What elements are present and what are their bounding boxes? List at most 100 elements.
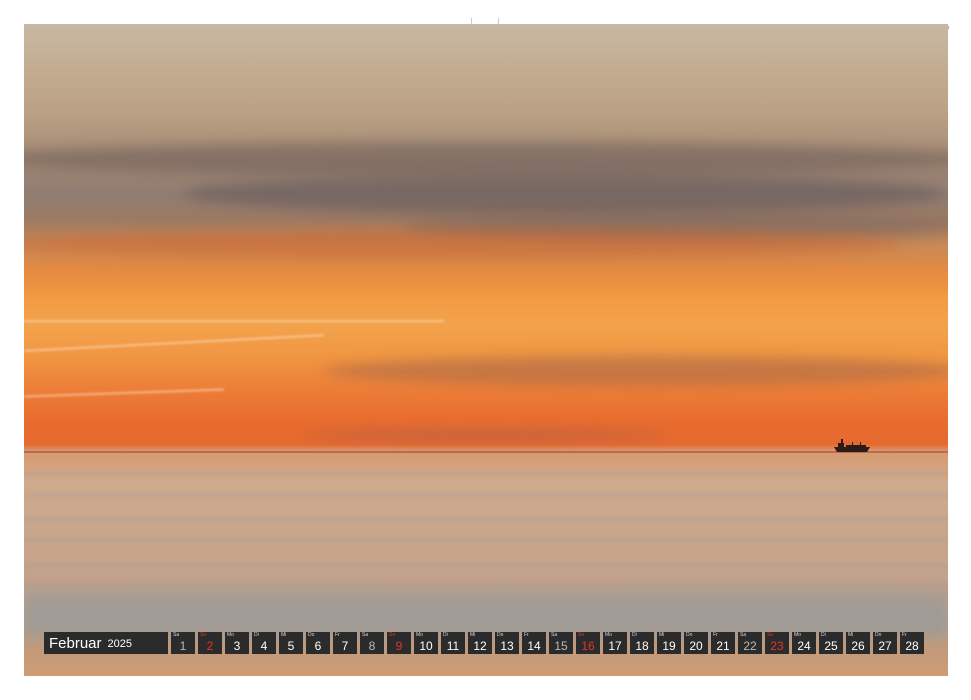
day-cell: Mi 19 <box>657 632 681 654</box>
day-cell: Di 11 <box>441 632 465 654</box>
day-number: 16 <box>581 639 595 653</box>
day-number: 22 <box>743 639 757 653</box>
day-cell: Mi 5 <box>279 632 303 654</box>
day-cell: Mi 12 <box>468 632 492 654</box>
month-label-box: Februar 2025 <box>44 632 168 654</box>
day-number: 26 <box>851 639 865 653</box>
day-number: 21 <box>716 639 730 653</box>
weekday-label: Fr <box>902 632 907 638</box>
day-number: 10 <box>419 639 433 653</box>
water-ripple <box>24 539 948 542</box>
day-cell: Do 20 <box>684 632 708 654</box>
day-number: 12 <box>473 639 487 653</box>
day-cell: Sa 22 <box>738 632 762 654</box>
weekday-label: Fr <box>713 632 718 638</box>
day-cell: Do 13 <box>495 632 519 654</box>
day-number: 4 <box>260 639 268 653</box>
water-ripple <box>24 494 948 497</box>
weekday-label: Di <box>632 632 637 638</box>
cloud-band <box>324 356 948 386</box>
day-cell: So 9 <box>387 632 411 654</box>
light-streak <box>24 334 324 352</box>
weekday-label: Mo <box>227 632 234 638</box>
day-cell: Fr 7 <box>333 632 357 654</box>
day-cell: Fr 21 <box>711 632 735 654</box>
weekday-label: Di <box>443 632 448 638</box>
day-number: 6 <box>314 639 322 653</box>
day-cell: Mi 26 <box>846 632 870 654</box>
cloud-band <box>24 142 948 176</box>
day-number: 1 <box>179 639 187 653</box>
weekday-label: Di <box>254 632 259 638</box>
day-number: 7 <box>341 639 349 653</box>
day-number: 23 <box>770 639 784 653</box>
weekday-label: So <box>578 632 585 638</box>
water-ripple <box>24 564 948 567</box>
day-cell: Mo 17 <box>603 632 627 654</box>
horizon-line <box>24 451 948 453</box>
cloud-band <box>24 229 904 259</box>
weekday-label: Di <box>821 632 826 638</box>
sunset-sea-photo <box>24 24 948 676</box>
day-cell: Sa 8 <box>360 632 384 654</box>
day-cell: Mo 3 <box>225 632 249 654</box>
day-cell: Do 6 <box>306 632 330 654</box>
day-number: 11 <box>446 639 460 653</box>
weekday-label: So <box>767 632 774 638</box>
weekday-label: Mo <box>605 632 612 638</box>
weekday-label: Do <box>875 632 882 638</box>
cloud-band <box>304 429 664 441</box>
day-cell: Sa 15 <box>549 632 573 654</box>
day-cell: Di 25 <box>819 632 843 654</box>
month-year: 2025 <box>107 638 133 650</box>
day-number: 9 <box>395 639 403 653</box>
day-number: 2 <box>206 639 214 653</box>
day-number: 25 <box>824 639 838 653</box>
water-band <box>24 592 948 636</box>
weekday-label: Mi <box>281 632 287 638</box>
day-number: 5 <box>287 639 295 653</box>
day-number: 3 <box>233 639 241 653</box>
weekday-label: Sa <box>362 632 369 638</box>
day-cell: Sa 1 <box>171 632 195 654</box>
day-number: 8 <box>368 639 376 653</box>
weekday-label: Do <box>308 632 315 638</box>
day-number: 14 <box>527 639 541 653</box>
day-number: 24 <box>797 639 811 653</box>
day-number: 19 <box>662 639 676 653</box>
weekday-label: So <box>389 632 396 638</box>
day-cell: Mo 10 <box>414 632 438 654</box>
day-number: 15 <box>554 639 568 653</box>
weekday-label: Do <box>686 632 693 638</box>
ship-silhouette-icon <box>834 439 870 452</box>
weekday-label: Mo <box>794 632 801 638</box>
day-cell: Mo 24 <box>792 632 816 654</box>
day-cell: So 23 <box>765 632 789 654</box>
weekday-label: Sa <box>173 632 180 638</box>
light-streak <box>24 320 444 322</box>
light-streak <box>24 388 224 398</box>
weekday-label: Do <box>497 632 504 638</box>
weekday-label: Sa <box>551 632 558 638</box>
weekday-label: Fr <box>335 632 340 638</box>
day-number: 28 <box>905 639 919 653</box>
weekday-label: Mi <box>659 632 665 638</box>
day-cell: Do 27 <box>873 632 897 654</box>
day-number: 18 <box>635 639 649 653</box>
day-cell: Di 18 <box>630 632 654 654</box>
weekday-label: Mi <box>470 632 476 638</box>
day-cell: So 16 <box>576 632 600 654</box>
weekday-label: Fr <box>524 632 529 638</box>
weekday-label: So <box>200 632 207 638</box>
weekday-label: Mi <box>848 632 854 638</box>
water-ripple <box>24 584 948 587</box>
day-number: 17 <box>608 639 622 653</box>
calendar-strip: Februar 2025 Sa 1 So 2 Mo 3 Di 4 Mi 5 Do 6 Fr 7 Sa 8 So 9… <box>44 632 924 654</box>
cloud-band <box>184 174 944 214</box>
water-ripple <box>24 518 948 521</box>
day-cell: Fr 14 <box>522 632 546 654</box>
weekday-label: Mo <box>416 632 423 638</box>
day-cell: Di 4 <box>252 632 276 654</box>
day-number: 13 <box>500 639 514 653</box>
day-number: 27 <box>878 639 892 653</box>
